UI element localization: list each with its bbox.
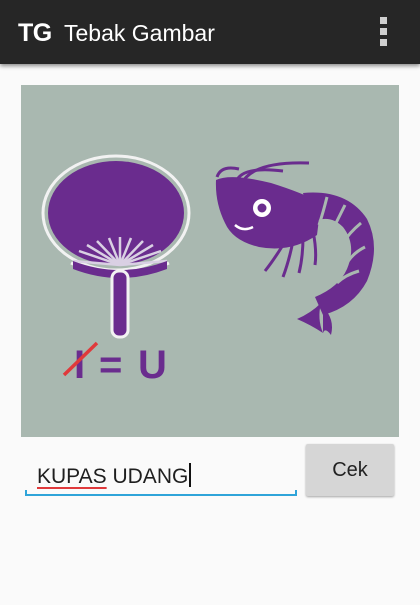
app-bar: TG Tebak Gambar	[0, 0, 420, 64]
more-vert-icon[interactable]	[370, 14, 398, 50]
text-caret	[189, 463, 191, 487]
answer-field[interactable]: KUPAS UDANG	[37, 463, 191, 491]
equals-sign: =	[99, 343, 122, 387]
shrimp-icon	[215, 161, 374, 335]
answer-field-wrapper: KUPAS UDANG	[22, 455, 298, 501]
app-logo: TG	[18, 19, 52, 47]
app-title: Tebak Gambar	[64, 20, 215, 46]
answer-first-word: KUPAS	[37, 465, 107, 488]
hand-fan-icon	[41, 154, 191, 339]
answer-rest: UDANG	[106, 465, 189, 488]
puzzle-image: I = U	[21, 85, 399, 437]
answer-field-underline	[25, 490, 297, 496]
letter-hint: I = U	[62, 341, 167, 387]
replacement-letter: U	[138, 343, 167, 387]
check-button[interactable]: Cek	[306, 444, 394, 496]
